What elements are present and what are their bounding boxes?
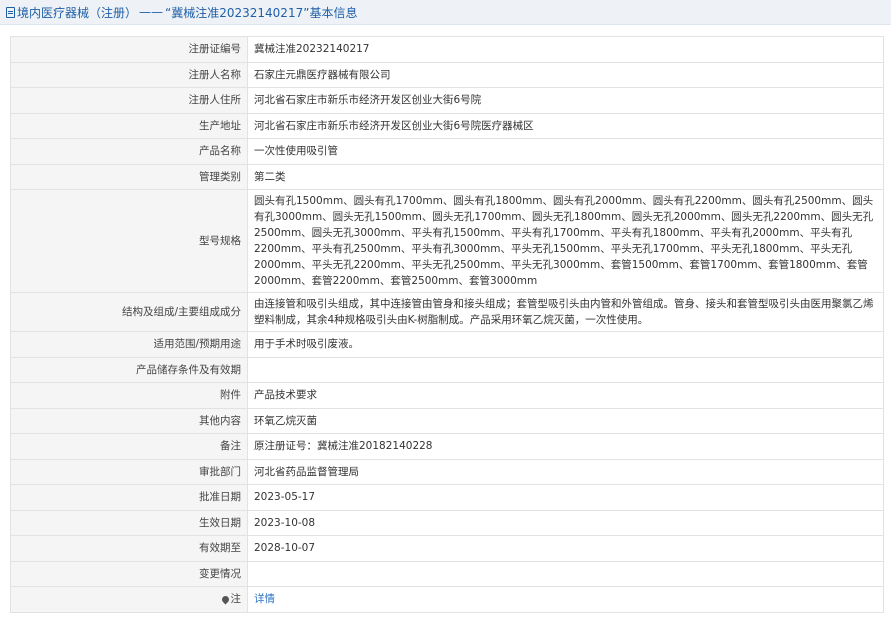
row-value: 由连接管和吸引头组成，其中连接管由管身和接头组成；套管型吸引头由内管和外管组成。…: [247, 292, 884, 332]
row-value: 产品技术要求: [247, 382, 884, 409]
table-row: 变更情况: [10, 560, 884, 587]
breadcrumb-separator: ——: [139, 5, 164, 19]
row-label: 型号规格: [10, 189, 248, 293]
row-value: 用于手术时吸引废液。: [247, 331, 884, 358]
row-value: 河北省石家庄市新乐市经济开发区创业大街6号院: [247, 87, 884, 114]
breadcrumb[interactable]: 境内医疗器械（注册）: [17, 4, 137, 21]
row-value: 环氧乙烷灭菌: [247, 407, 884, 434]
table-row: 管理类别 第二类: [10, 163, 884, 190]
table-row: 注册证编号 冀械注准20232140217: [10, 36, 884, 63]
table-row: 批准日期 2023-05-17: [10, 484, 884, 511]
row-label: 注册人名称: [10, 61, 248, 88]
table-row: 生效日期 2023-10-08: [10, 509, 884, 536]
row-value: [247, 356, 884, 383]
row-label: 产品储存条件及有效期: [10, 356, 248, 383]
row-value: 石家庄元鼎医疗器械有限公司: [247, 61, 884, 88]
note-label: 注: [230, 593, 242, 606]
table-row: 型号规格 圆头有孔1500mm、圆头有孔1700mm、圆头有孔1800mm、圆头…: [10, 189, 884, 293]
table-row: 注册人住所 河北省石家庄市新乐市经济开发区创业大街6号院: [10, 87, 884, 114]
note-value-cell: 详情: [247, 586, 884, 613]
row-label: 注册人住所: [10, 87, 248, 114]
row-value: 2023-10-08: [247, 509, 884, 536]
table-row: 备注 原注册证号：冀械注准20182140228: [10, 433, 884, 460]
row-value: 冀械注准20232140217: [247, 36, 884, 63]
table-row: 其他内容 环氧乙烷灭菌: [10, 407, 884, 434]
row-value: 2028-10-07: [247, 535, 884, 562]
table-row: 审批部门 河北省药品监督管理局: [10, 458, 884, 485]
row-label: 附件: [10, 382, 248, 409]
table-row: 结构及组成/主要组成成分 由连接管和吸引头组成，其中连接管由管身和接头组成；套管…: [10, 292, 884, 332]
row-label: 生产地址: [10, 112, 248, 139]
header-suffix: 基本信息: [309, 5, 358, 20]
document-icon: [6, 6, 15, 18]
row-label: 批准日期: [10, 484, 248, 511]
details-link[interactable]: 详情: [254, 593, 275, 605]
page-header: 境内医疗器械（注册） —— “冀械注准20232140217” 基本信息: [0, 0, 891, 25]
note-label-cell: 注: [10, 586, 248, 613]
row-value: 原注册证号：冀械注准20182140228: [247, 433, 884, 460]
table-row-note: 注 详情: [10, 586, 884, 613]
row-label: 审批部门: [10, 458, 248, 485]
row-label: 变更情况: [10, 560, 248, 587]
row-label: 有效期至: [10, 535, 248, 562]
row-value: 河北省药品监督管理局: [247, 458, 884, 485]
row-value: 第二类: [247, 163, 884, 190]
record-title: “冀械注准20232140217”: [165, 5, 310, 20]
row-label: 其他内容: [10, 407, 248, 434]
pin-icon: [220, 594, 230, 605]
row-label: 生效日期: [10, 509, 248, 536]
table-row: 注册人名称 石家庄元鼎医疗器械有限公司: [10, 61, 884, 88]
row-label: 注册证编号: [10, 36, 248, 63]
row-value: 河北省石家庄市新乐市经济开发区创业大街6号院医疗器械区: [247, 112, 884, 139]
row-label: 结构及组成/主要组成成分: [10, 292, 248, 332]
table-row: 产品储存条件及有效期: [10, 356, 884, 383]
row-value: 一次性使用吸引管: [247, 138, 884, 165]
row-value: [247, 560, 884, 587]
row-label: 适用范围/预期用途: [10, 331, 248, 358]
table-row: 产品名称 一次性使用吸引管: [10, 138, 884, 165]
table-row: 附件 产品技术要求: [10, 382, 884, 409]
table-row: 适用范围/预期用途 用于手术时吸引废液。: [10, 331, 884, 358]
table-row: 有效期至 2028-10-07: [10, 535, 884, 562]
detail-table: 注册证编号 冀械注准20232140217 注册人名称 石家庄元鼎医疗器械有限公…: [10, 36, 884, 613]
row-value: 圆头有孔1500mm、圆头有孔1700mm、圆头有孔1800mm、圆头有孔200…: [247, 189, 884, 293]
table-row: 生产地址 河北省石家庄市新乐市经济开发区创业大街6号院医疗器械区: [10, 112, 884, 139]
row-label: 备注: [10, 433, 248, 460]
row-value: 2023-05-17: [247, 484, 884, 511]
row-label: 管理类别: [10, 163, 248, 190]
row-label: 产品名称: [10, 138, 248, 165]
